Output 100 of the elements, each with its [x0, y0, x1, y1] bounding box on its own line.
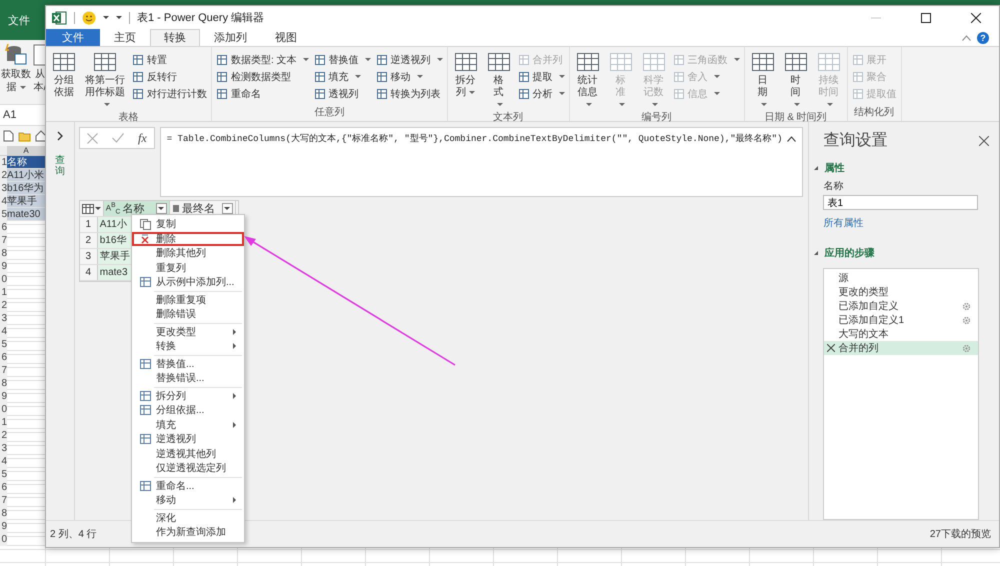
- menu-item[interactable]: 更改类型: [132, 324, 244, 339]
- name-box[interactable]: A1: [3, 109, 16, 121]
- row-number[interactable]: 9: [0, 520, 7, 533]
- step-item[interactable]: 更改的类型: [824, 285, 978, 300]
- filter-button[interactable]: [156, 203, 167, 214]
- row-number[interactable]: 0: [0, 273, 7, 286]
- menu-item[interactable]: 仅逆透视选定列: [132, 461, 244, 476]
- ribbon-tab[interactable]: 添加列: [200, 29, 261, 46]
- row-number[interactable]: 1: [0, 416, 7, 429]
- ribbon-button[interactable]: 将第一行用作标题: [83, 50, 127, 111]
- row-number[interactable]: 1: [0, 156, 7, 169]
- ribbon-tab[interactable]: 文件: [46, 29, 100, 46]
- row-number[interactable]: 3: [0, 312, 7, 325]
- step-item[interactable]: 合并的列: [824, 341, 978, 356]
- row-number[interactable]: 9: [0, 260, 7, 273]
- row-number[interactable]: 3: [0, 442, 7, 455]
- ribbon-button[interactable]: 统计信息: [574, 50, 602, 111]
- collapse-icon[interactable]: [814, 166, 818, 170]
- menu-item[interactable]: 逆透视其他列: [132, 446, 244, 461]
- row-number[interactable]: 2: [0, 299, 7, 312]
- ribbon-button[interactable]: 拆分列: [452, 50, 480, 111]
- name-field[interactable]: 表1: [823, 195, 978, 210]
- ribbon-button[interactable]: 透视列: [314, 86, 371, 101]
- expand-icon[interactable]: [56, 131, 63, 141]
- file-icon[interactable]: [3, 130, 14, 142]
- row-number[interactable]: 8: [0, 247, 7, 260]
- menu-item[interactable]: 分组依据...: [132, 403, 244, 418]
- row-number[interactable]: 7: [0, 364, 7, 377]
- row-number[interactable]: 4: [0, 195, 7, 208]
- row-number[interactable]: 7: [0, 494, 7, 507]
- help-button[interactable]: ?: [977, 32, 989, 44]
- ribbon-tab[interactable]: 转换: [150, 29, 200, 46]
- smiley-icon[interactable]: [82, 10, 96, 24]
- ribbon-tab[interactable]: 主页: [100, 29, 150, 46]
- sheet-cell[interactable]: b16华为: [7, 182, 45, 195]
- ribbon-button[interactable]: 日期: [748, 50, 777, 111]
- collapse-icon[interactable]: [787, 136, 796, 142]
- row-number[interactable]: 3: [0, 182, 7, 195]
- menu-item[interactable]: 重命名...: [132, 478, 244, 493]
- ribbon-button[interactable]: 分组依据: [50, 50, 78, 111]
- ribbon-button[interactable]: 反转行: [132, 69, 207, 84]
- menu-item[interactable]: 作为新查询添加: [132, 525, 244, 540]
- row-number[interactable]: 0: [0, 533, 7, 546]
- ribbon-tab[interactable]: 视图: [261, 29, 311, 46]
- filter-button[interactable]: [222, 203, 233, 214]
- menu-item[interactable]: 转换: [132, 339, 244, 354]
- row-number[interactable]: 7: [0, 234, 7, 247]
- menu-item[interactable]: 删除错误: [132, 307, 244, 322]
- row-number[interactable]: 6: [0, 221, 7, 234]
- step-item[interactable]: 大写的文本: [824, 327, 978, 342]
- sheet-cell[interactable]: 名称: [7, 156, 45, 169]
- menu-item[interactable]: 替换错误...: [132, 371, 244, 386]
- sheet-cell[interactable]: mate30: [7, 208, 45, 221]
- ribbon-button[interactable]: 对行进行计数: [132, 86, 207, 101]
- ribbon-button[interactable]: 检测数据类型: [216, 69, 309, 84]
- row-number[interactable]: 5: [0, 338, 7, 351]
- ribbon-button[interactable]: 提取: [518, 69, 565, 84]
- row-number[interactable]: 5: [0, 468, 7, 481]
- step-item[interactable]: 已添加自定义1: [824, 313, 978, 328]
- close-icon[interactable]: [979, 136, 989, 146]
- ribbon-button[interactable]: 移动: [376, 69, 443, 84]
- menu-item[interactable]: 删除: [132, 232, 244, 246]
- collapse-icon[interactable]: [814, 251, 818, 256]
- row-number[interactable]: 4: [0, 325, 7, 338]
- menu-item[interactable]: 深化: [132, 510, 244, 525]
- caret-icon[interactable]: [103, 16, 109, 19]
- row-number[interactable]: 8: [0, 377, 7, 390]
- ribbon-button[interactable]: 转换为列表: [376, 86, 443, 101]
- caret-icon[interactable]: [116, 16, 122, 19]
- ribbon-button[interactable]: 逆透视列: [376, 52, 443, 67]
- ribbon-button[interactable]: 数据类型: 文本: [216, 52, 309, 67]
- formula-field[interactable]: = Table.CombineColumns(大写的文本,{"标准名称", "型号"},Combiner.CombineTextByDelimiter("", QuoteStyle.None),"最终名称"): [160, 127, 804, 197]
- row-number[interactable]: 0: [0, 403, 7, 416]
- maximize-icon[interactable]: [921, 12, 931, 22]
- function-button[interactable]: fx: [138, 130, 147, 146]
- row-number[interactable]: 1: [0, 286, 7, 299]
- ribbon-button[interactable]: 转置: [132, 52, 207, 67]
- sheet-cell[interactable]: 苹果手: [7, 195, 45, 208]
- menu-item[interactable]: 移动: [132, 493, 244, 508]
- column-header[interactable]: A: [7, 146, 45, 155]
- ribbon-button[interactable]: 重命名: [216, 86, 309, 101]
- ribbon-button[interactable]: 替换值: [314, 52, 371, 67]
- row-number[interactable]: 9: [0, 390, 7, 403]
- row-number[interactable]: 4: [0, 455, 7, 468]
- row-number[interactable]: 6: [0, 481, 7, 494]
- step-item[interactable]: 已添加自定义: [824, 299, 978, 314]
- ribbon-button[interactable]: 分析: [518, 86, 565, 101]
- sheet-cell[interactable]: A11小米: [7, 169, 45, 182]
- menu-item[interactable]: 逆透视列: [132, 432, 244, 446]
- menu-item[interactable]: 删除重复项: [132, 292, 244, 307]
- menu-item[interactable]: 替换值...: [132, 356, 244, 371]
- caret-icon[interactable]: [94, 207, 101, 210]
- ribbon-button[interactable]: 格式: [484, 50, 513, 111]
- column-header[interactable]: A$^{B}$$_{C}$ 名称: [104, 201, 170, 216]
- queries-label[interactable]: 查询: [54, 155, 65, 177]
- row-number[interactable]: 2: [0, 169, 7, 182]
- row-number[interactable]: 2: [0, 429, 7, 442]
- menu-item[interactable]: 填充: [132, 418, 244, 432]
- row-number[interactable]: 6: [0, 351, 7, 364]
- row-number[interactable]: 5: [0, 208, 7, 221]
